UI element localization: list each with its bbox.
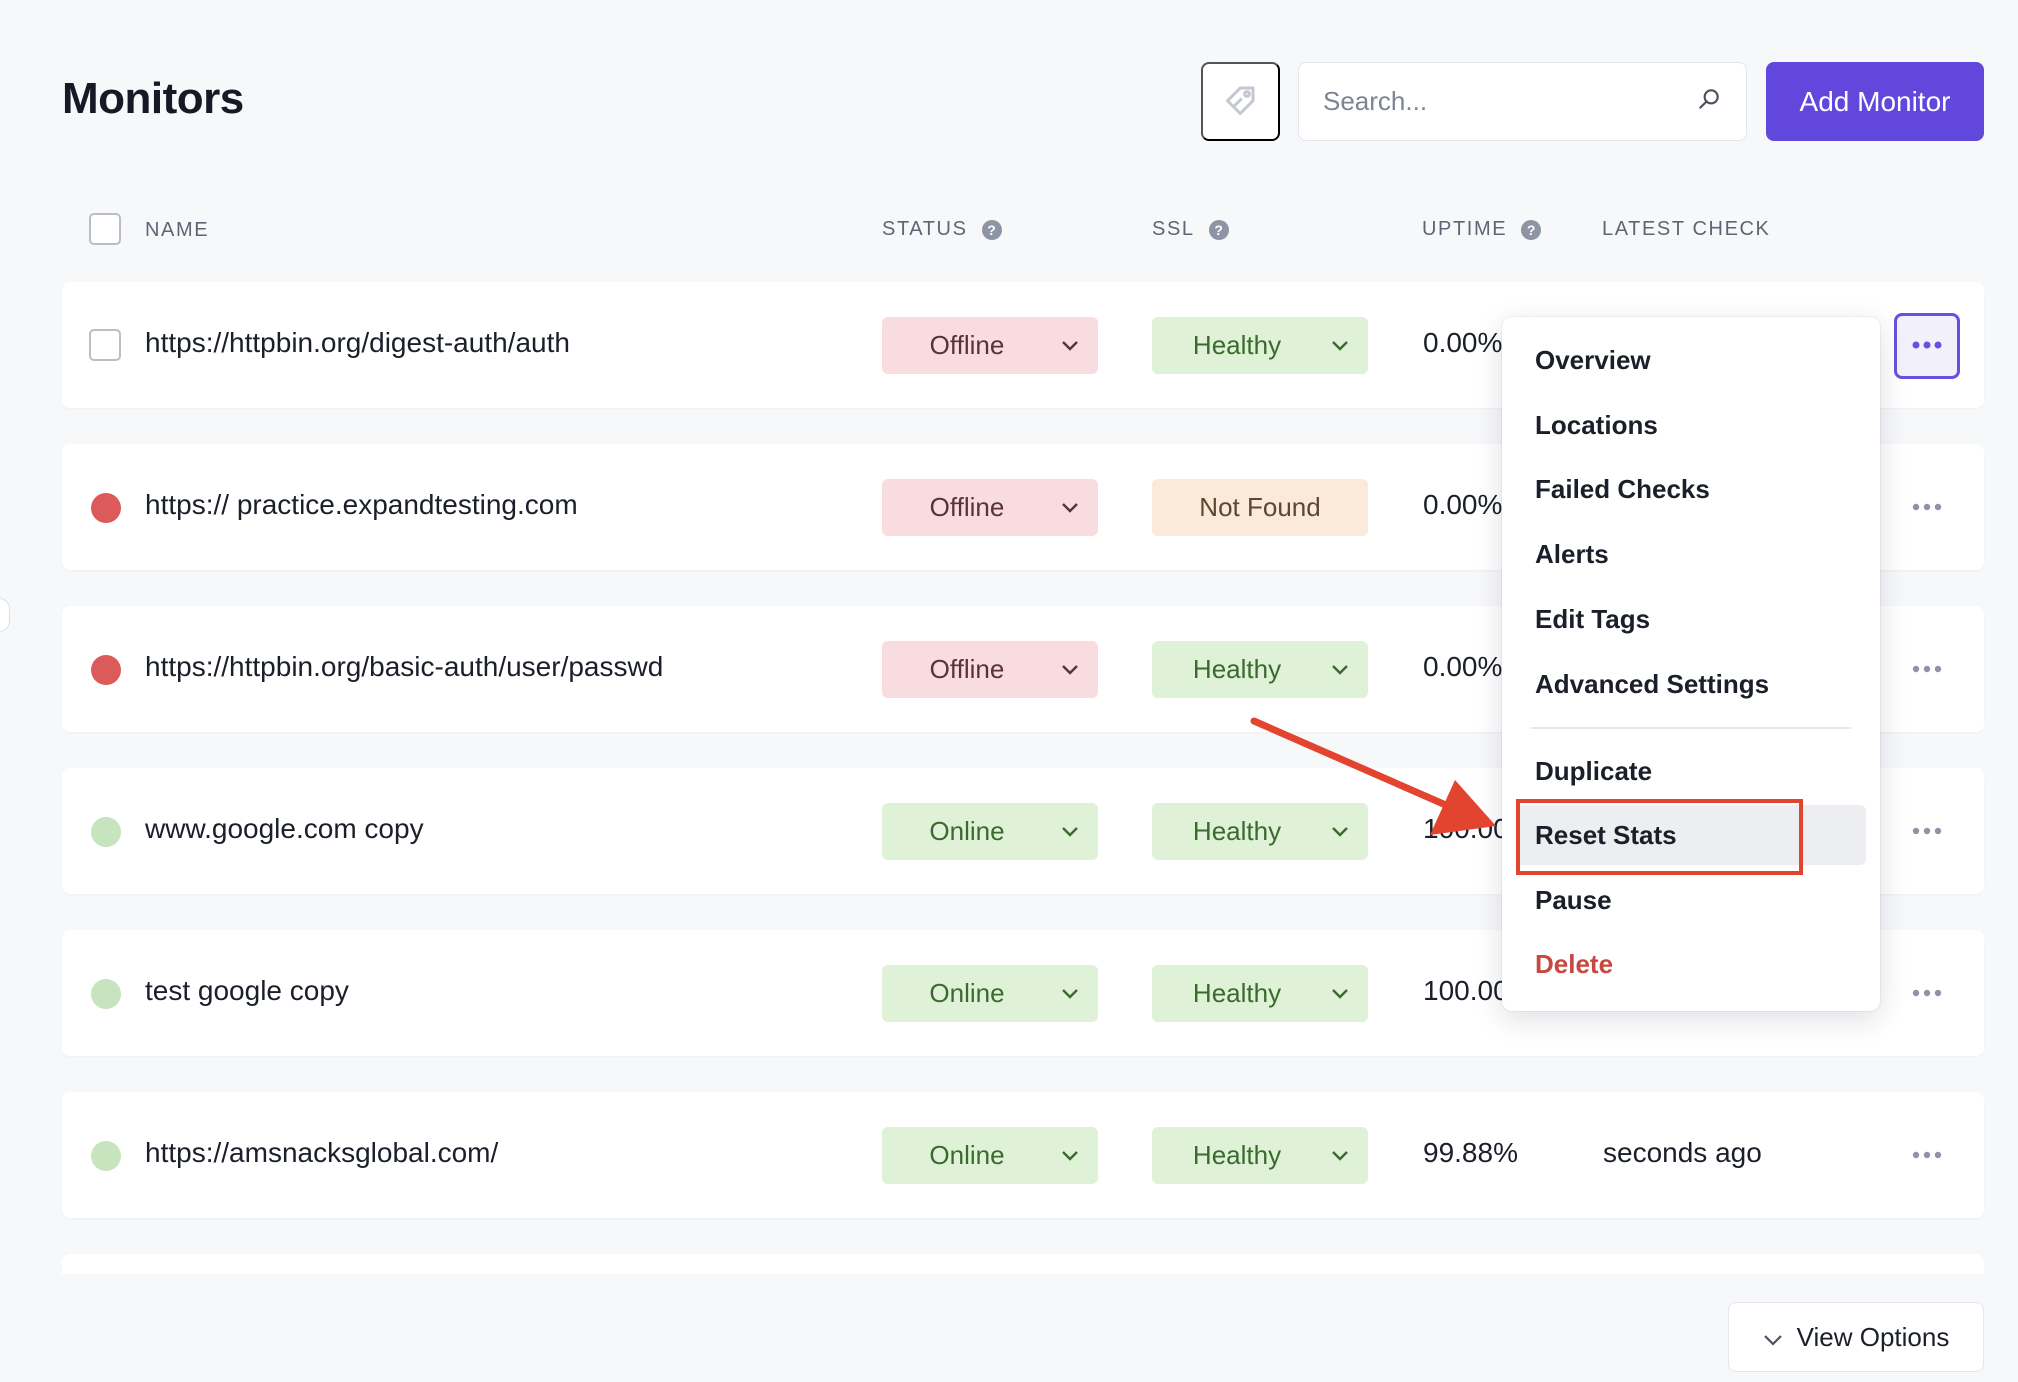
uptime-value: 0.00% xyxy=(1423,327,1503,358)
status-dot-offline xyxy=(91,493,121,523)
chevron-down-icon xyxy=(1042,826,1098,838)
add-monitor-button[interactable]: Add Monitor xyxy=(1766,62,1984,141)
column-header-status[interactable]: STATUS ? xyxy=(882,218,1002,241)
chevron-down-icon xyxy=(1312,826,1368,838)
chevron-down-icon xyxy=(1042,1150,1098,1162)
table-row[interactable]: https://amsnacksglobal.com/ Online Healt… xyxy=(62,1092,1984,1218)
ssl-badge: Not Found xyxy=(1152,479,1368,536)
help-icon[interactable]: ? xyxy=(981,219,1002,240)
menu-item-failed-checks[interactable]: Failed Checks xyxy=(1516,459,1866,519)
more-horizontal-icon xyxy=(1911,823,1943,841)
chevron-down-icon xyxy=(1312,988,1368,1000)
more-horizontal-icon xyxy=(1911,985,1943,1003)
menu-item-delete[interactable]: Delete xyxy=(1516,934,1866,994)
monitor-name[interactable]: https://httpbin.org/basic-auth/user/pass… xyxy=(145,651,663,683)
ssl-dropdown[interactable]: Healthy xyxy=(1152,641,1368,698)
more-horizontal-icon xyxy=(1911,661,1943,679)
status-dropdown[interactable]: Offline xyxy=(882,641,1098,698)
uptime-value: 99.88% xyxy=(1423,1137,1518,1168)
monitor-name[interactable]: www.google.com copy xyxy=(145,813,424,845)
more-horizontal-icon xyxy=(1911,499,1943,517)
menu-item-reset-stats[interactable]: Reset Stats xyxy=(1516,805,1866,865)
status-dot-offline xyxy=(91,655,121,685)
menu-item-edit-tags[interactable]: Edit Tags xyxy=(1516,589,1866,649)
more-horizontal-icon xyxy=(1911,1147,1943,1165)
ssl-dropdown[interactable]: Healthy xyxy=(1152,965,1368,1022)
chevron-down-icon xyxy=(1763,1322,1783,1353)
page-title: Monitors xyxy=(62,74,244,123)
row-actions-button[interactable] xyxy=(1894,961,1960,1027)
row-actions-button[interactable] xyxy=(1894,637,1960,703)
chevron-down-icon xyxy=(1312,664,1368,676)
ssl-dropdown[interactable]: Healthy xyxy=(1152,803,1368,860)
chevron-down-icon xyxy=(1042,340,1098,352)
ssl-dropdown[interactable]: Healthy xyxy=(1152,317,1368,374)
menu-item-pause[interactable]: Pause xyxy=(1516,870,1866,930)
chevron-down-icon xyxy=(1312,340,1368,352)
uptime-value: 0.00% xyxy=(1423,651,1503,682)
menu-item-advanced-settings[interactable]: Advanced Settings xyxy=(1516,654,1866,714)
ssl-dropdown[interactable]: Healthy xyxy=(1152,1127,1368,1184)
column-header-ssl[interactable]: SSL ? xyxy=(1152,218,1229,241)
menu-item-duplicate[interactable]: Duplicate xyxy=(1516,741,1866,801)
column-header-uptime[interactable]: UPTIME ? xyxy=(1422,218,1542,241)
row-select-checkbox[interactable] xyxy=(89,329,121,361)
latest-check-value: seconds ago xyxy=(1603,1137,1762,1168)
status-dropdown[interactable]: Online xyxy=(882,965,1098,1022)
column-header-latest-check[interactable]: LATEST CHECK xyxy=(1602,218,1771,241)
chevron-down-icon xyxy=(1042,988,1098,1000)
row-actions-menu: Overview Locations Failed Checks Alerts … xyxy=(1502,317,1880,1011)
tag-filter-button[interactable] xyxy=(1201,62,1280,141)
status-dropdown[interactable]: Offline xyxy=(882,479,1098,536)
more-horizontal-icon xyxy=(1911,337,1943,355)
status-dot-online xyxy=(91,979,121,1009)
chevron-down-icon xyxy=(1042,502,1098,514)
help-icon[interactable]: ? xyxy=(1208,219,1229,240)
menu-divider xyxy=(1531,727,1851,729)
search-input[interactable] xyxy=(1323,86,1696,117)
monitor-name[interactable]: https://amsnacksglobal.com/ xyxy=(145,1137,498,1169)
monitor-name[interactable]: https://httpbin.org/digest-auth/auth xyxy=(145,327,570,359)
status-dot-online xyxy=(91,1141,121,1171)
search-icon[interactable] xyxy=(1696,86,1722,117)
search-box xyxy=(1298,62,1747,141)
status-dropdown[interactable]: Online xyxy=(882,803,1098,860)
row-actions-button[interactable] xyxy=(1894,313,1960,379)
monitor-name[interactable]: https:// practice.expandtesting.com xyxy=(145,489,578,521)
monitor-name[interactable]: test google copy xyxy=(145,975,349,1007)
chevron-down-icon xyxy=(1042,664,1098,676)
sidebar-collapse-handle[interactable] xyxy=(0,598,10,632)
status-dropdown[interactable]: Offline xyxy=(882,317,1098,374)
status-dropdown[interactable]: Online xyxy=(882,1127,1098,1184)
row-actions-button[interactable] xyxy=(1894,475,1960,541)
menu-item-locations[interactable]: Locations xyxy=(1516,395,1866,455)
monitors-page: Monitors Add Monitor NAME STATUS ? SSL ? xyxy=(0,0,2018,1382)
status-dot-online xyxy=(91,817,121,847)
table-row[interactable] xyxy=(62,1254,1984,1274)
select-all-checkbox[interactable] xyxy=(89,213,121,245)
chevron-down-icon xyxy=(1312,1150,1368,1162)
menu-item-alerts[interactable]: Alerts xyxy=(1516,524,1866,584)
row-actions-button[interactable] xyxy=(1894,799,1960,865)
tag-icon xyxy=(1223,82,1259,121)
row-actions-button[interactable] xyxy=(1894,1123,1960,1189)
column-header-name[interactable]: NAME xyxy=(145,219,209,242)
uptime-value: 0.00% xyxy=(1423,489,1503,520)
menu-item-overview[interactable]: Overview xyxy=(1516,330,1866,390)
view-options-button[interactable]: View Options xyxy=(1728,1302,1984,1372)
help-icon[interactable]: ? xyxy=(1521,219,1542,240)
